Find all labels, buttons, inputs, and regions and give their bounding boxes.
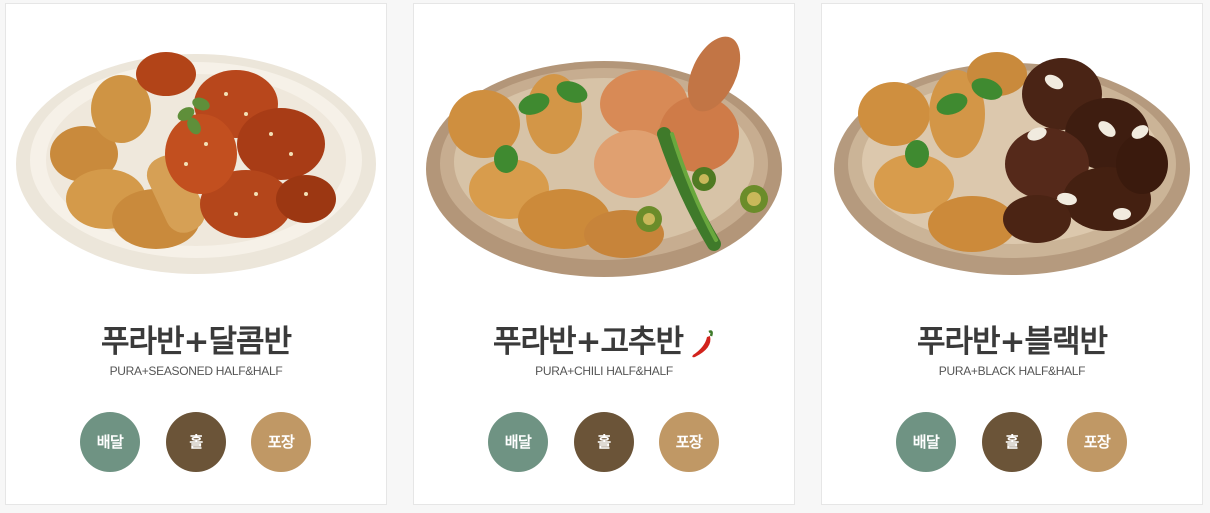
menu-card-pura-chili[interactable]: 푸라반+고추반 PURA+CHILI HALF&HALF 배달 홀 포장: [413, 3, 795, 505]
menu-card-pura-seasoned[interactable]: 푸라반+달콤반 PURA+SEASONED HALF&HALF 배달 홀 포장: [5, 3, 387, 505]
delivery-button[interactable]: 배달: [80, 412, 140, 472]
chicken-photo-pura-black: [822, 4, 1202, 304]
chicken-photo-pura-chili: [414, 4, 794, 304]
chili-spicy-icon: [692, 329, 713, 357]
menu-subtitle: PURA+BLACK HALF&HALF: [938, 364, 1086, 378]
hall-button[interactable]: 홀: [982, 412, 1042, 472]
menu-name: 푸라반+블랙반: [916, 324, 1108, 360]
order-type-buttons: 배달 홀 포장: [822, 412, 1202, 472]
takeout-button[interactable]: 포장: [1067, 412, 1127, 472]
takeout-button[interactable]: 포장: [659, 412, 719, 472]
hall-button[interactable]: 홀: [574, 412, 634, 472]
menu-name: 푸라반+고추반: [414, 320, 794, 364]
menu-subtitle: PURA+CHILI HALF&HALF: [535, 364, 673, 378]
delivery-button[interactable]: 배달: [488, 412, 548, 472]
menu-card-pura-black[interactable]: 푸라반+블랙반 PURA+BLACK HALF&HALF 배달 홀 포장: [821, 3, 1203, 505]
takeout-button[interactable]: 포장: [251, 412, 311, 472]
order-type-buttons: 배달 홀 포장: [414, 412, 794, 472]
hall-button[interactable]: 홀: [166, 412, 226, 472]
menu-subtitle: PURA+SEASONED HALF&HALF: [109, 364, 283, 378]
menu-name: 푸라반+달콤반: [100, 324, 292, 360]
delivery-button[interactable]: 배달: [896, 412, 956, 472]
chicken-photo-pura-seasoned: [6, 4, 386, 304]
order-type-buttons: 배달 홀 포장: [6, 412, 386, 472]
